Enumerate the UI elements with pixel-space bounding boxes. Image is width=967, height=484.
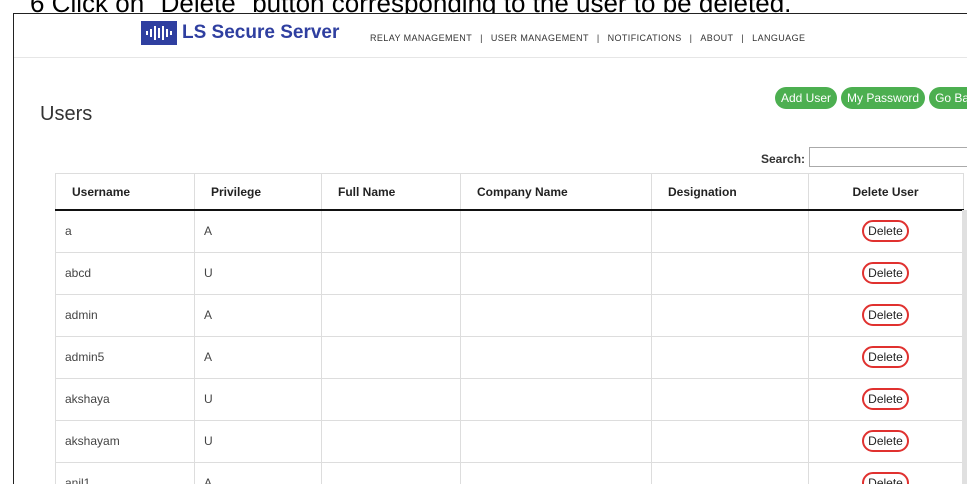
- column-header-full-name[interactable]: Full Name: [321, 173, 461, 211]
- cell-username: a: [55, 209, 195, 253]
- page-title: Users: [40, 103, 93, 125]
- brand-logo[interactable]: LS Secure Server: [141, 21, 339, 45]
- cell-company-name: [460, 335, 652, 379]
- cell-delete: Delete: [808, 377, 964, 421]
- delete-button[interactable]: Delete: [862, 430, 909, 452]
- cell-company-name: [460, 251, 652, 295]
- table-row: akshaya U Delete: [55, 377, 964, 421]
- cell-designation: [651, 209, 809, 253]
- delete-button[interactable]: Delete: [862, 388, 909, 410]
- column-header-designation[interactable]: Designation: [651, 173, 809, 211]
- nav-about[interactable]: ABOUT: [700, 33, 733, 43]
- cell-delete: Delete: [808, 209, 964, 253]
- cell-privilege: U: [194, 251, 322, 295]
- action-buttons: Add User My Password Go Back: [775, 87, 967, 109]
- table-scrollbar[interactable]: [962, 210, 967, 484]
- cell-username: abcd: [55, 251, 195, 295]
- nav-separator: |: [596, 33, 600, 43]
- column-header-delete-user: Delete User: [808, 173, 964, 211]
- nav-user-management[interactable]: USER MANAGEMENT: [491, 33, 589, 43]
- cell-delete: Delete: [808, 335, 964, 379]
- users-table: Username Privilege Full Name Company Nam…: [55, 173, 964, 484]
- table-row: anil1 A Delete: [55, 461, 964, 484]
- column-header-username[interactable]: Username: [55, 173, 195, 211]
- top-navbar: LS Secure Server RELAY MANAGEMENT | USER…: [14, 14, 967, 58]
- nav-relay-management[interactable]: RELAY MANAGEMENT: [370, 33, 472, 43]
- cell-privilege: A: [194, 293, 322, 337]
- add-user-button[interactable]: Add User: [775, 87, 838, 109]
- go-back-button[interactable]: Go Back: [929, 87, 967, 109]
- cell-full-name: [321, 461, 461, 484]
- cell-privilege: U: [194, 377, 322, 421]
- column-header-company-name[interactable]: Company Name: [460, 173, 652, 211]
- main-nav: RELAY MANAGEMENT | USER MANAGEMENT | NOT…: [370, 33, 805, 43]
- nav-separator: |: [480, 33, 483, 43]
- cell-company-name: [460, 419, 652, 463]
- cell-full-name: [321, 293, 461, 337]
- brand-name: LS Secure Server: [182, 22, 340, 43]
- delete-button[interactable]: Delete: [862, 262, 909, 284]
- cell-designation: [651, 377, 809, 421]
- table-row: abcd U Delete: [55, 251, 964, 295]
- cell-full-name: [321, 209, 461, 253]
- my-password-button[interactable]: My Password: [841, 87, 926, 109]
- table-row: a A Delete: [55, 209, 964, 253]
- cell-designation: [651, 335, 809, 379]
- cell-designation: [651, 251, 809, 295]
- cell-delete: Delete: [808, 419, 964, 463]
- table-header-row: Username Privilege Full Name Company Nam…: [55, 173, 964, 211]
- cell-company-name: [460, 293, 652, 337]
- cell-designation: [651, 461, 809, 484]
- table-row: admin5 A Delete: [55, 335, 964, 379]
- nav-separator: |: [741, 33, 745, 43]
- cell-full-name: [321, 377, 461, 421]
- cell-privilege: U: [194, 419, 322, 463]
- delete-button[interactable]: Delete: [862, 472, 909, 484]
- table-row: akshayam U Delete: [55, 419, 964, 463]
- cell-designation: [651, 419, 809, 463]
- search-input[interactable]: [809, 147, 967, 167]
- cell-designation: [651, 293, 809, 337]
- table-row: admin A Delete: [55, 293, 964, 337]
- cell-privilege: A: [194, 209, 322, 253]
- cell-privilege: A: [194, 335, 322, 379]
- search-label: Search:: [761, 152, 806, 166]
- sound-wave-logo-icon: [141, 21, 177, 45]
- cell-company-name: [460, 209, 652, 253]
- cell-username: admin: [55, 293, 195, 337]
- nav-language[interactable]: LANGUAGE: [752, 33, 805, 43]
- browser-frame: LS Secure Server RELAY MANAGEMENT | USER…: [13, 13, 967, 484]
- cell-username: anil1: [55, 461, 195, 484]
- cell-delete: Delete: [808, 461, 964, 484]
- cell-privilege: A: [194, 461, 322, 484]
- delete-button[interactable]: Delete: [862, 220, 909, 243]
- cell-full-name: [321, 335, 461, 379]
- cell-full-name: [321, 419, 461, 463]
- cell-delete: Delete: [808, 251, 964, 295]
- nav-notifications[interactable]: NOTIFICATIONS: [608, 33, 682, 43]
- cell-username: akshaya: [55, 377, 195, 421]
- delete-button[interactable]: Delete: [862, 346, 909, 368]
- cell-username: akshayam: [55, 419, 195, 463]
- cell-full-name: [321, 251, 461, 295]
- nav-separator: |: [689, 33, 693, 43]
- users-table-container: Username Privilege Full Name Company Nam…: [55, 173, 964, 484]
- delete-button[interactable]: Delete: [862, 304, 909, 326]
- cell-company-name: [460, 377, 652, 421]
- cell-username: admin5: [55, 335, 195, 379]
- cell-delete: Delete: [808, 293, 964, 337]
- cell-company-name: [460, 461, 652, 484]
- column-header-privilege[interactable]: Privilege: [194, 173, 322, 211]
